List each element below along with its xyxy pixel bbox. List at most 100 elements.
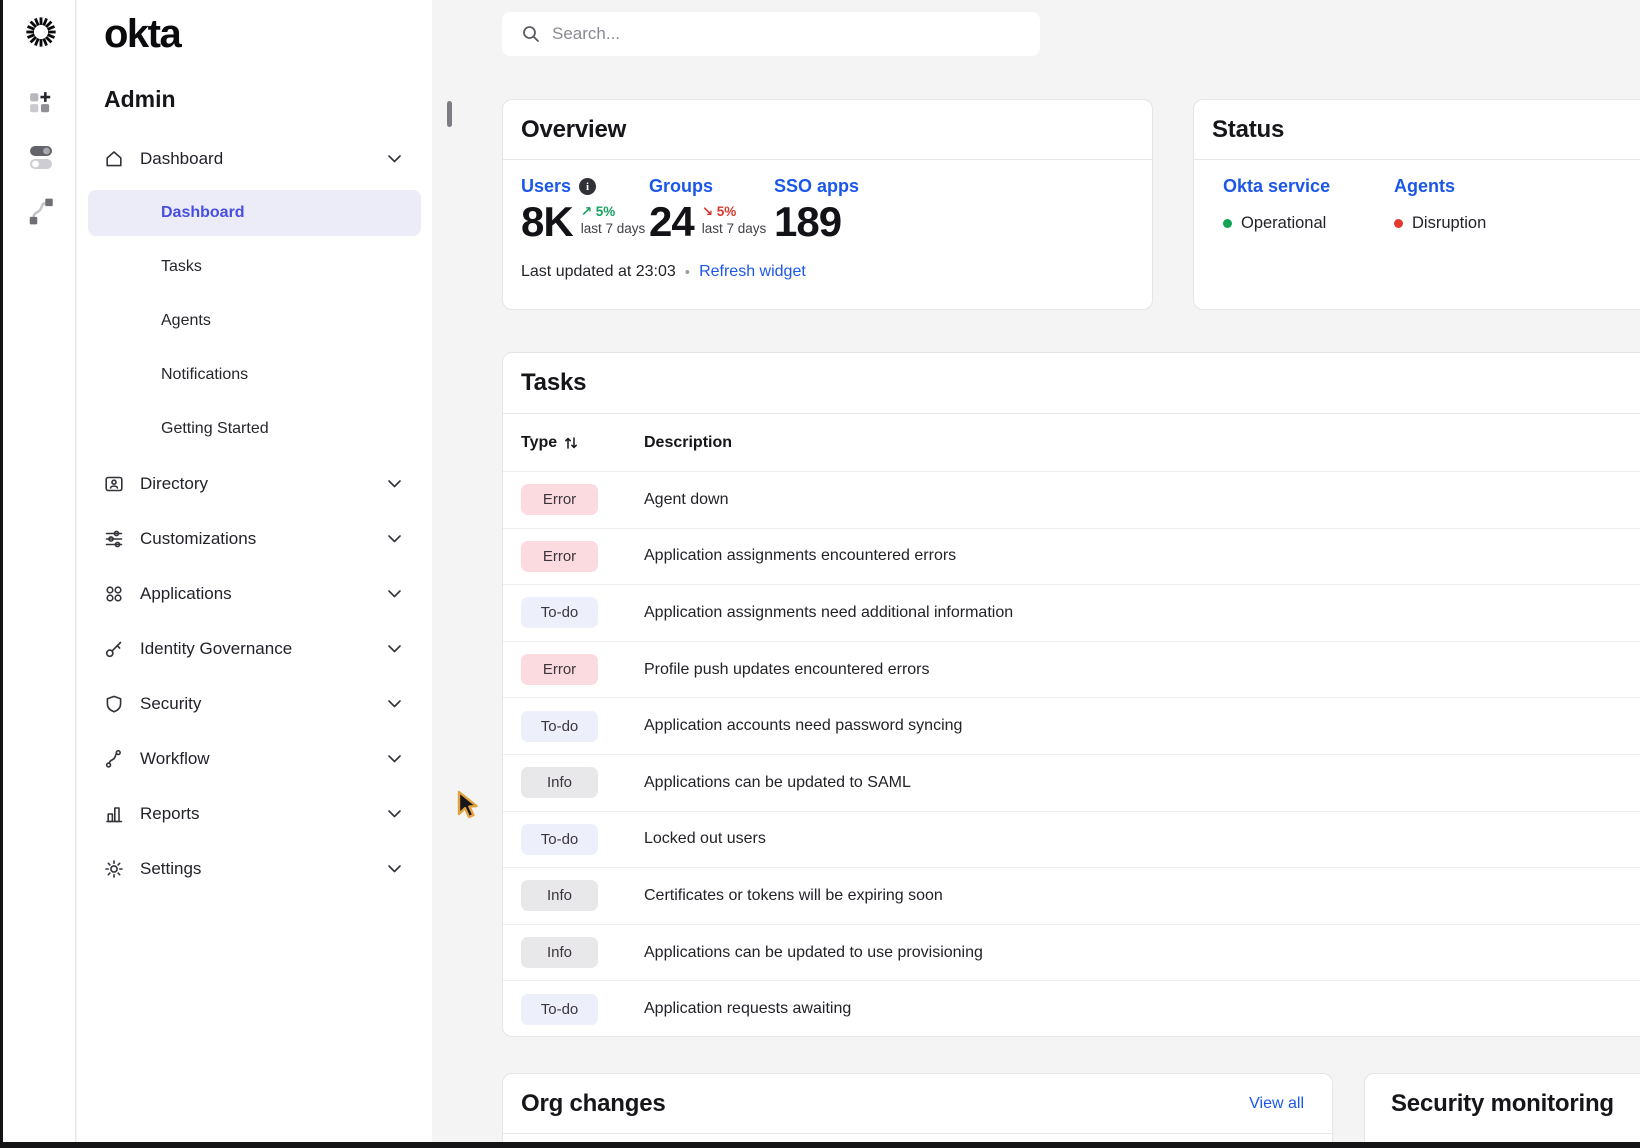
okta-service-link[interactable]: Okta service — [1223, 176, 1394, 197]
chevron-down-icon[interactable] — [388, 700, 401, 708]
task-type-badge: Info — [521, 937, 598, 968]
sidebar-subitem-label: Dashboard — [161, 204, 245, 222]
users-value: 8K — [521, 201, 573, 243]
task-description: Applications can be updated to SAML — [644, 774, 911, 792]
users-trend: 5% — [581, 204, 646, 221]
chevron-down-icon[interactable] — [388, 865, 401, 873]
info-icon[interactable]: i — [579, 178, 596, 195]
task-type-badge: Error — [521, 484, 598, 515]
stat-users: Usersi 8K 5%last 7 days — [521, 176, 649, 243]
search-icon — [522, 25, 540, 43]
icon-rail — [3, 0, 76, 1142]
status-card: Status Okta service Operational Agents D… — [1193, 99, 1640, 310]
task-type-badge: To-do — [521, 994, 598, 1025]
sliders-icon — [104, 529, 124, 549]
chevron-down-icon[interactable] — [388, 645, 401, 653]
sidebar-item-label: Reports — [140, 804, 200, 824]
search-input[interactable] — [552, 24, 992, 44]
sidebar-item-label: Applications — [140, 584, 232, 604]
tasks-card: Tasks Type Description ErrorAgent down E… — [502, 352, 1640, 1037]
table-row[interactable]: To-doLocked out users — [503, 811, 1640, 868]
tasks-table-header: Type Description — [503, 414, 1640, 471]
table-row[interactable]: ErrorProfile push updates encountered er… — [503, 641, 1640, 698]
sidebar-item-directory[interactable]: Directory — [77, 456, 432, 511]
task-type-badge: To-do — [521, 597, 598, 628]
org-changes-card: Org changes View all — [502, 1073, 1333, 1148]
sidebar-item-security[interactable]: Security — [77, 676, 432, 731]
table-row[interactable]: InfoCertificates or tokens will be expir… — [503, 867, 1640, 924]
sso-apps-link[interactable]: SSO apps — [774, 176, 859, 197]
sidebar-subitem-getting-started[interactable]: Getting Started — [77, 402, 432, 456]
refresh-widget-link[interactable]: Refresh widget — [699, 263, 806, 281]
groups-trend: 5% — [702, 204, 767, 221]
chevron-down-icon[interactable] — [388, 480, 401, 488]
sidebar-item-settings[interactable]: Settings — [77, 841, 432, 896]
security-monitoring-card: Security monitoring — [1364, 1073, 1640, 1148]
agents-link[interactable]: Agents — [1394, 176, 1565, 197]
users-trend-period: last 7 days — [581, 221, 646, 238]
chevron-down-icon[interactable] — [388, 590, 401, 598]
chevron-down-icon[interactable] — [388, 155, 401, 163]
column-header-type: Type — [521, 434, 557, 452]
org-changes-title: Org changes — [521, 1090, 666, 1118]
users-link[interactable]: Users — [521, 176, 571, 197]
groups-trend-period: last 7 days — [702, 221, 767, 238]
window-bottom-edge — [0, 1142, 1640, 1148]
agents-state: Disruption — [1412, 214, 1486, 233]
task-type-badge: Info — [521, 880, 598, 911]
sidebar-item-workflow[interactable]: Workflow — [77, 731, 432, 786]
sidebar-subitem-agents[interactable]: Agents — [77, 294, 432, 348]
operational-dot — [1223, 219, 1232, 228]
table-row[interactable]: InfoApplications can be updated to SAML — [503, 754, 1640, 811]
sidebar-nav: Dashboard Dashboard Tasks Agents Notific… — [77, 132, 432, 896]
table-row[interactable]: To-doApplication accounts need password … — [503, 697, 1640, 754]
sidebar-subitem-tasks[interactable]: Tasks — [77, 240, 432, 294]
okta-wordmark: okta — [104, 12, 180, 57]
mouse-cursor — [456, 790, 484, 827]
task-type-badge: Error — [521, 541, 598, 572]
table-row[interactable]: Info Applications can be updated to use p… — [503, 924, 1640, 981]
bullet-separator: • — [685, 264, 690, 281]
task-description: Application assignments encountered erro… — [644, 547, 956, 565]
sso-apps-value: 189 — [774, 201, 841, 243]
status-title: Status — [1212, 116, 1284, 144]
admin-heading: Admin — [104, 86, 176, 113]
sidebar-item-customizations[interactable]: Customizations — [77, 511, 432, 566]
add-apps-icon[interactable] — [24, 86, 58, 120]
column-header-description: Description — [644, 434, 732, 452]
view-all-link[interactable]: View all — [1249, 1095, 1304, 1113]
task-description: Application accounts need password synci… — [644, 717, 962, 735]
feature-toggles-icon[interactable] — [24, 140, 58, 174]
sidebar-item-reports[interactable]: Reports — [77, 786, 432, 841]
sidebar-item-dashboard[interactable]: Dashboard — [77, 132, 432, 186]
sidebar-item-applications[interactable]: Applications — [77, 566, 432, 621]
window-left-edge — [0, 0, 3, 1148]
sidebar: okta Admin Dashboard Dashboard Tasks Age… — [77, 0, 432, 1142]
scrollbar-thumb[interactable] — [447, 101, 452, 127]
integrations-icon[interactable] — [24, 194, 58, 228]
sidebar-subitem-dashboard[interactable]: Dashboard — [88, 190, 421, 236]
task-type-badge: Error — [521, 654, 598, 685]
table-row[interactable]: Error Application assignments encountered… — [503, 528, 1640, 585]
chevron-down-icon[interactable] — [388, 535, 401, 543]
sidebar-item-identity-governance[interactable]: Identity Governance — [77, 621, 432, 676]
security-monitoring-title: Security monitoring — [1391, 1090, 1614, 1118]
okta-logo-icon[interactable] — [24, 15, 58, 49]
table-row[interactable]: To-doApplication requests awaiting — [503, 980, 1640, 1037]
workflow-icon — [104, 749, 124, 769]
chevron-down-icon[interactable] — [388, 755, 401, 763]
table-row[interactable]: To-doApplication assignments need additi… — [503, 584, 1640, 641]
status-okta-service: Okta service Operational — [1223, 176, 1394, 233]
chevron-down-icon[interactable] — [388, 810, 401, 818]
disruption-dot — [1394, 219, 1403, 228]
table-row[interactable]: Error Agent down — [503, 471, 1640, 528]
task-description: Applications can be updated to use provi… — [644, 944, 983, 962]
sidebar-subitem-notifications[interactable]: Notifications — [77, 348, 432, 402]
id-card-icon — [104, 474, 124, 494]
grid-icon — [104, 584, 124, 604]
sidebar-item-label: Identity Governance — [140, 639, 292, 659]
sort-icon[interactable] — [564, 436, 578, 450]
search-bar[interactable] — [502, 12, 1040, 56]
task-description: Agent down — [644, 491, 729, 509]
groups-link[interactable]: Groups — [649, 176, 713, 197]
